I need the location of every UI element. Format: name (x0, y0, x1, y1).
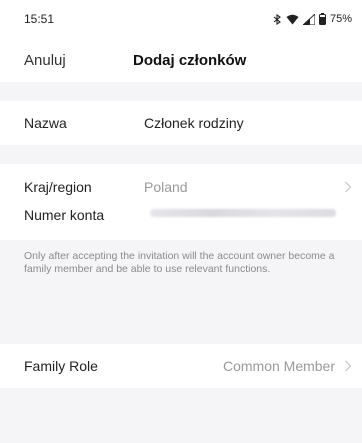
wifi-icon (286, 14, 299, 25)
account-label: Numer konta (24, 207, 105, 223)
battery-icon (318, 13, 326, 25)
chevron-right-icon (345, 360, 352, 372)
role-value: Common Member (222, 358, 335, 374)
family-role-row[interactable]: Family Role Common Member (0, 344, 362, 388)
battery-percent: 75% (329, 13, 352, 25)
name-input[interactable]: Członek rodziny (144, 115, 244, 131)
status-icons: 75% (273, 13, 352, 25)
status-time: 15:51 (24, 12, 55, 26)
account-number-input[interactable] (150, 209, 336, 217)
nav-bar: Anuluj Dodaj członków (0, 38, 362, 82)
role-label: Family Role (24, 358, 98, 374)
signal-icon (302, 13, 315, 25)
name-label: Nazwa (24, 115, 67, 131)
name-field[interactable]: Nazwa Członek rodziny (0, 101, 362, 145)
page-title: Dodaj członków (133, 51, 247, 69)
cancel-button[interactable]: Anuluj (24, 52, 66, 69)
bluetooth-icon (273, 13, 282, 25)
status-bar: 15:51 75% (0, 0, 362, 38)
invitation-notice: Only after accepting the invitation will… (24, 250, 335, 275)
